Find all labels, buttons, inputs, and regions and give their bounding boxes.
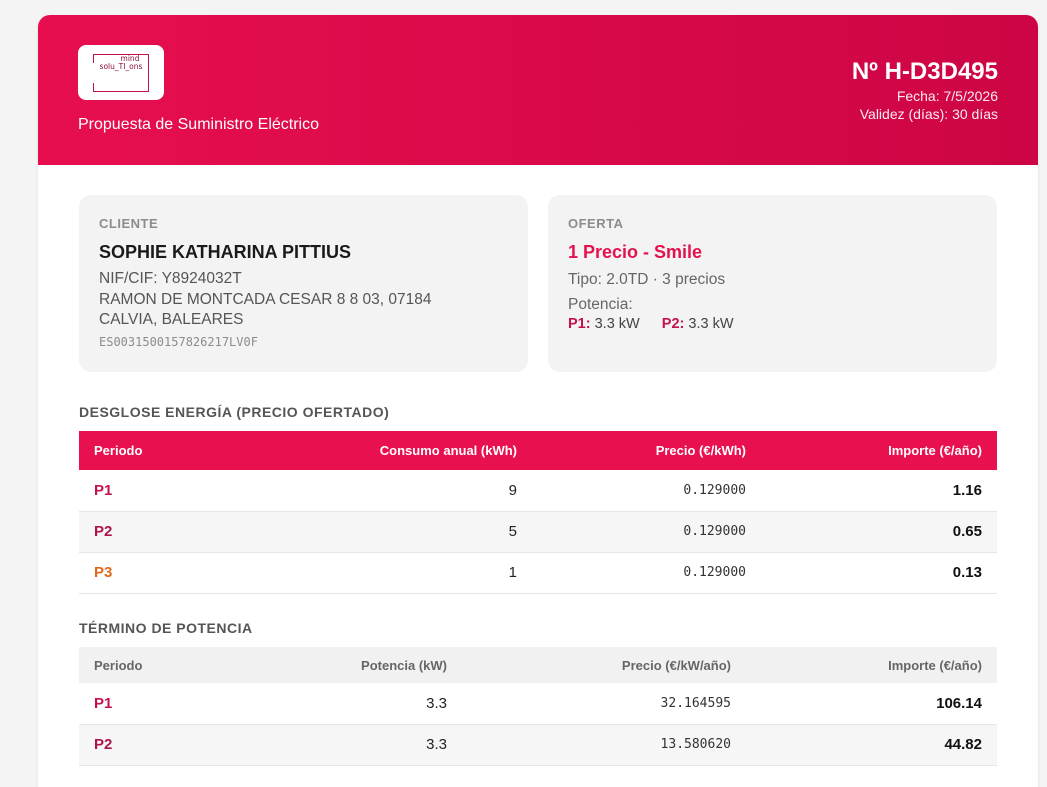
table-row: P2 3.3 13.580620 44.82 xyxy=(79,724,997,766)
power-p1-label: P1: xyxy=(568,316,591,332)
power-col-price: Precio (€/kW/año) xyxy=(462,647,746,683)
energy-period: P1 xyxy=(79,470,259,512)
energy-price: 0.129000 xyxy=(532,552,761,594)
offer-power-values: P1: 3.3 kW P2: 3.3 kW xyxy=(568,316,734,332)
energy-amount: 0.65 xyxy=(761,511,997,553)
energy-consumption: 5 xyxy=(259,511,532,553)
client-name: SOPHIE KATHARINA PITTIUS xyxy=(99,242,352,262)
proposal-header: mind solu_TI_ons Propuesta de Suministro… xyxy=(38,15,1038,165)
energy-consumption: 1 xyxy=(259,552,532,594)
energy-period: P2 xyxy=(79,511,259,553)
power-period: P2 xyxy=(79,724,259,766)
energy-period: P3 xyxy=(79,552,259,594)
proposal-subtitle: Propuesta de Suministro Eléctrico xyxy=(78,116,319,133)
client-cups-code: ES0031500157826217LV0F xyxy=(99,335,258,349)
client-address-line-2: CALVIA, BALEARES xyxy=(99,311,244,328)
power-section-title: TÉRMINO DE POTENCIA xyxy=(79,620,253,636)
energy-consumption: 9 xyxy=(259,470,532,512)
energy-table-header: Periodo Consumo anual (kWh) Precio (€/kW… xyxy=(79,431,997,470)
client-label: CLIENTE xyxy=(99,216,159,231)
offer-name: 1 Precio - Smile xyxy=(568,242,703,262)
power-p2-label: P2: xyxy=(661,316,685,332)
energy-table: Periodo Consumo anual (kWh) Precio (€/kW… xyxy=(79,431,997,594)
power-p2-value: 3.3 kW xyxy=(688,316,734,332)
power-table-header: Periodo Potencia (kW) Precio (€/kW/año) … xyxy=(79,647,997,683)
power-amount: 106.14 xyxy=(746,683,997,725)
offer-label: OFERTA xyxy=(568,216,624,231)
power-col-power: Potencia (kW) xyxy=(259,647,462,683)
offer-box: OFERTA 1 Precio - Smile Tipo: 2.0TD · 3 … xyxy=(548,195,997,372)
power-value: 3.3 xyxy=(259,683,462,725)
power-price: 32.164595 xyxy=(462,683,746,725)
power-period: P1 xyxy=(79,683,259,725)
client-address-line-1: RAMON DE MONTCADA CESAR 8 8 03, 07184 xyxy=(99,291,432,308)
offer-power-label: Potencia: xyxy=(568,296,633,313)
energy-col-period: Periodo xyxy=(79,431,259,470)
power-amount: 44.82 xyxy=(746,724,997,766)
document-meta: Nº H-D3D495 Fecha: 7/5/2026 Validez (día… xyxy=(852,57,998,123)
table-row: P2 5 0.129000 0.65 xyxy=(79,511,997,553)
energy-col-price: Precio (€/kWh) xyxy=(532,431,761,470)
power-table: Periodo Potencia (kW) Precio (€/kW/año) … xyxy=(79,647,997,766)
power-col-period: Periodo xyxy=(79,647,259,683)
energy-amount: 1.16 xyxy=(761,470,997,512)
table-row: P1 3.3 32.164595 106.14 xyxy=(79,683,997,725)
energy-section-title: DESGLOSE ENERGÍA (PRECIO OFERTADO) xyxy=(79,404,390,420)
document-number: Nº H-D3D495 xyxy=(851,58,998,85)
table-row: P3 1 0.129000 0.13 xyxy=(79,552,997,594)
energy-col-amount: Importe (€/año) xyxy=(761,431,997,470)
logo-line-2: solu_TI_ons xyxy=(99,62,143,71)
energy-amount: 0.13 xyxy=(761,552,997,594)
document-validity: Validez (días): 30 días xyxy=(859,106,998,122)
power-price: 13.580620 xyxy=(462,724,746,766)
table-row: P1 9 0.129000 1.16 xyxy=(79,470,997,512)
energy-price: 0.129000 xyxy=(532,511,761,553)
document-date: Fecha: 7/5/2026 xyxy=(896,88,998,104)
client-nif: NIF/CIF: Y8924032T xyxy=(99,270,242,287)
client-box: CLIENTE SOPHIE KATHARINA PITTIUS NIF/CIF… xyxy=(79,195,528,372)
power-value: 3.3 xyxy=(259,724,462,766)
offer-type: Tipo: 2.0TD · 3 precios xyxy=(568,271,726,288)
company-logo: mind solu_TI_ons xyxy=(78,45,164,100)
power-col-amount: Importe (€/año) xyxy=(746,647,997,683)
power-p1-value: 3.3 kW xyxy=(594,316,640,332)
energy-col-consumption: Consumo anual (kWh) xyxy=(259,431,532,470)
energy-price: 0.129000 xyxy=(532,470,761,512)
logo-text: mind solu_TI_ons xyxy=(78,55,164,71)
proposal-card: mind solu_TI_ons Propuesta de Suministro… xyxy=(38,15,1038,787)
